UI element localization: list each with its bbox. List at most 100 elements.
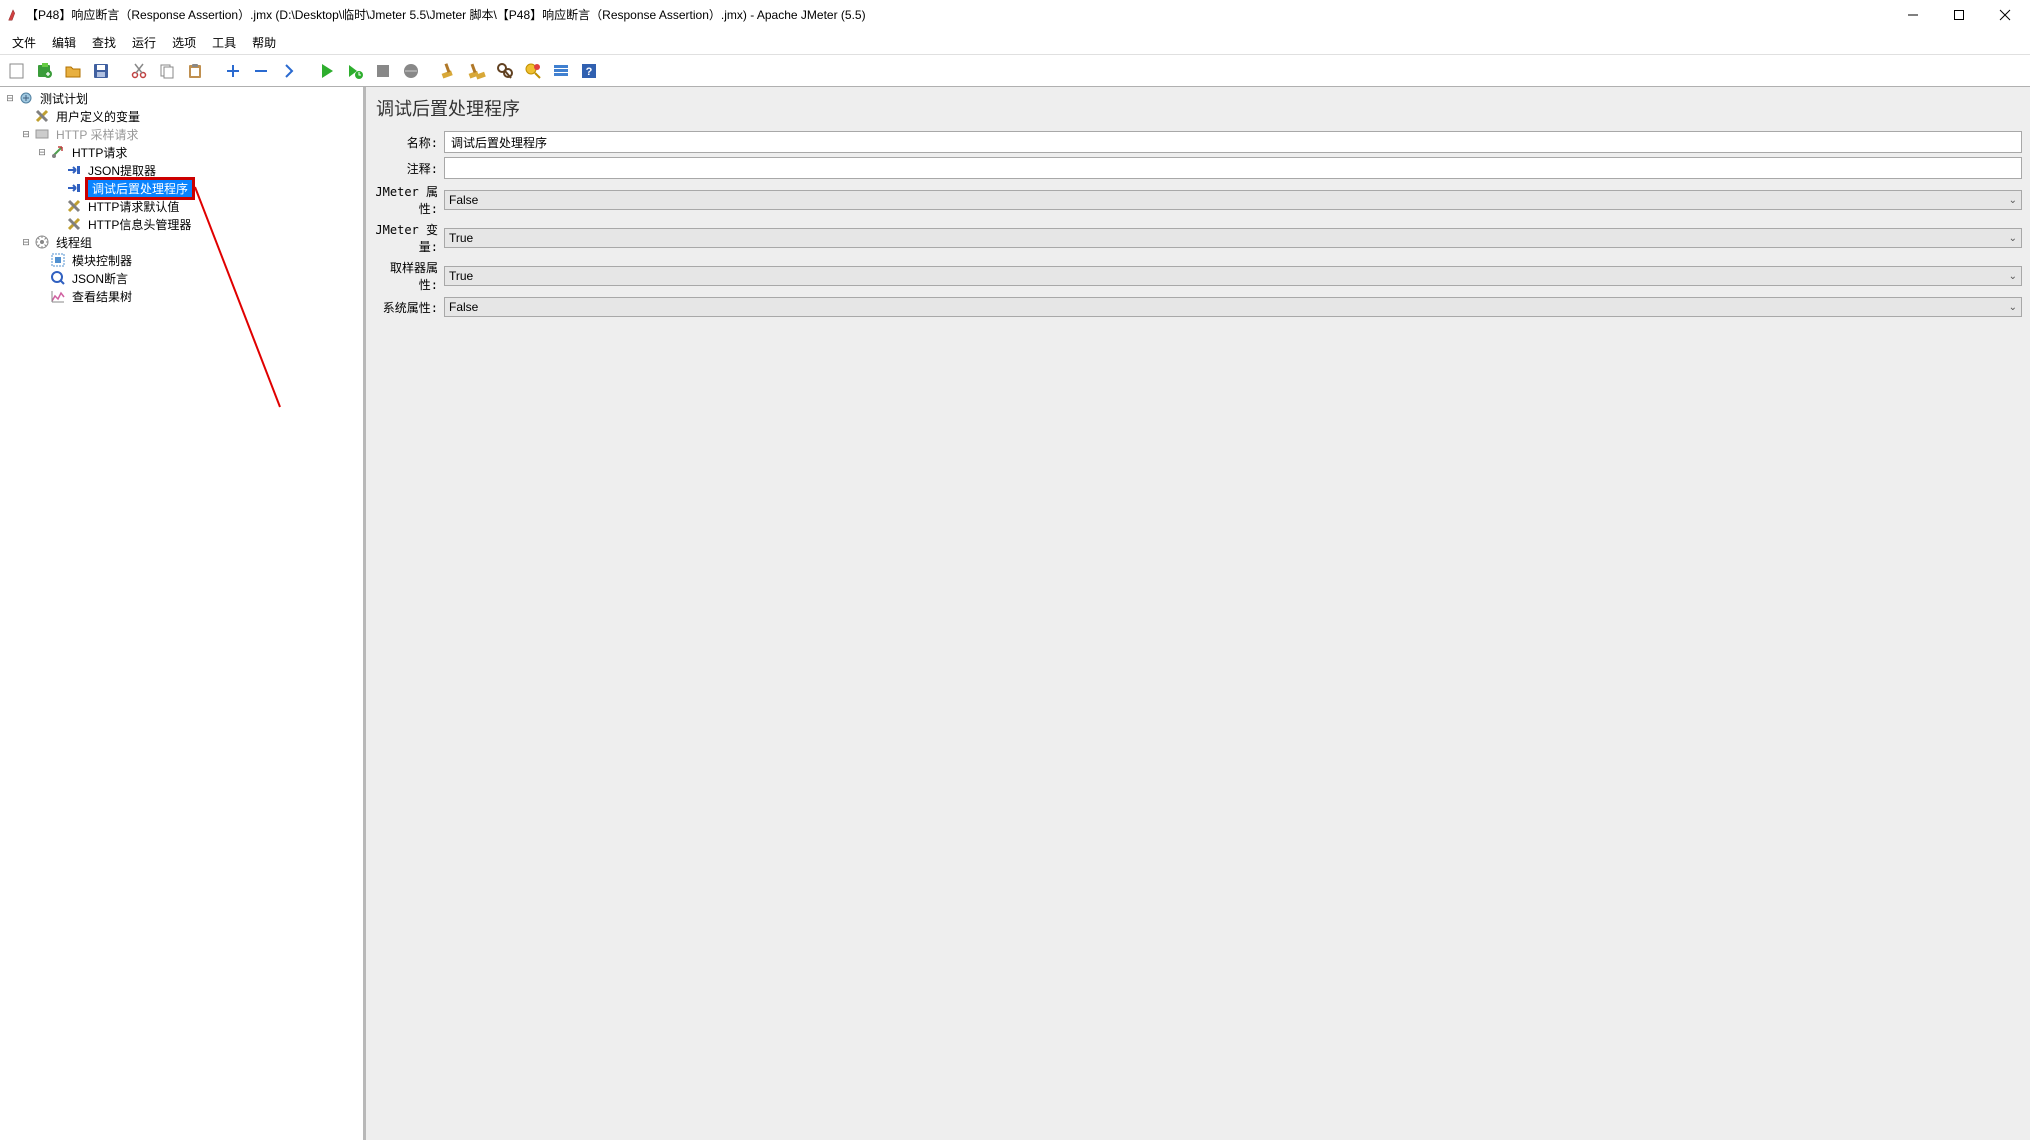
clear-all-icon[interactable] <box>465 59 489 83</box>
tree-node-http-request[interactable]: ⊟ HTTP请求 <box>0 143 363 161</box>
jmeter-props-label: JMeter 属性: <box>374 183 444 217</box>
name-input[interactable] <box>444 131 2022 153</box>
chevron-down-icon: ⌄ <box>2009 271 2017 282</box>
content-panel: 调试后置处理程序 名称: 注释: JMeter 属性: False ⌄ JMet… <box>366 87 2030 1140</box>
tree-label-selected: 调试后置处理程序 <box>86 178 194 199</box>
menu-file[interactable]: 文件 <box>4 31 44 54</box>
jmeter-app-icon <box>6 8 20 22</box>
config-icon <box>34 108 50 124</box>
tree-label: 测试计划 <box>38 90 90 107</box>
maximize-button[interactable] <box>1936 0 1982 30</box>
menu-help[interactable]: 帮助 <box>244 31 284 54</box>
close-button[interactable] <box>1982 0 2028 30</box>
tree-label: HTTP信息头管理器 <box>86 216 193 233</box>
assertion-icon <box>50 270 66 286</box>
reset-search-icon[interactable] <box>521 59 545 83</box>
tree-node-json-extractor[interactable]: JSON提取器 <box>0 161 363 179</box>
menu-options[interactable]: 选项 <box>164 31 204 54</box>
search-icon[interactable] <box>493 59 517 83</box>
tree-node-http-header-mgr[interactable]: HTTP信息头管理器 <box>0 215 363 233</box>
tree-node-http-defaults[interactable]: HTTP请求默认值 <box>0 197 363 215</box>
minimize-button[interactable] <box>1890 0 1936 30</box>
name-label: 名称: <box>374 134 444 151</box>
system-props-select[interactable]: False ⌄ <box>444 297 2022 317</box>
save-icon[interactable] <box>89 59 113 83</box>
tree-label: 模块控制器 <box>70 252 134 269</box>
start-icon[interactable] <box>315 59 339 83</box>
window-titlebar: 【P48】响应断言（Response Assertion）.jmx (D:\De… <box>0 0 2030 30</box>
postprocessor-icon <box>66 162 82 178</box>
tree-label: 查看结果树 <box>70 288 134 305</box>
shutdown-icon[interactable] <box>399 59 423 83</box>
toggle-icon[interactable] <box>277 59 301 83</box>
select-value: False <box>449 300 478 314</box>
collapse-toggle-icon[interactable]: ⊟ <box>36 146 48 158</box>
cut-icon[interactable] <box>127 59 151 83</box>
panel-title: 调试后置处理程序 <box>374 91 2022 131</box>
main-area: ⊟ 测试计划 用户定义的变量 ⊟ HTTP 采样请求 ⊟ HTTP请求 <box>0 87 2030 1140</box>
menubar: 文件 编辑 查找 运行 选项 工具 帮助 <box>0 30 2030 54</box>
system-props-label: 系统属性: <box>374 299 444 316</box>
jmeter-vars-label: JMeter 变量: <box>374 221 444 255</box>
tree-node-view-results[interactable]: 查看结果树 <box>0 287 363 305</box>
open-icon[interactable] <box>61 59 85 83</box>
tree-node-test-plan[interactable]: ⊟ 测试计划 <box>0 89 363 107</box>
stop-icon[interactable] <box>371 59 395 83</box>
select-value: True <box>449 231 473 245</box>
copy-icon[interactable] <box>155 59 179 83</box>
testplan-icon <box>18 90 34 106</box>
tree-panel[interactable]: ⊟ 测试计划 用户定义的变量 ⊟ HTTP 采样请求 ⊟ HTTP请求 <box>0 87 366 1140</box>
controller-icon <box>50 252 66 268</box>
tree-node-thread-group[interactable]: ⊟ 线程组 <box>0 233 363 251</box>
select-value: False <box>449 193 478 207</box>
window-title: 【P48】响应断言（Response Assertion）.jmx (D:\De… <box>26 6 866 23</box>
config-icon <box>66 216 82 232</box>
sampler-props-label: 取样器属性: <box>374 259 444 293</box>
postprocessor-icon <box>66 180 82 196</box>
collapse-toggle-icon[interactable]: ⊟ <box>20 128 32 140</box>
tree-node-debug-post[interactable]: 调试后置处理程序 <box>0 179 363 197</box>
thread-group-icon <box>34 234 50 250</box>
http-request-icon <box>50 144 66 160</box>
new-file-icon[interactable] <box>5 59 29 83</box>
collapse-icon[interactable] <box>249 59 273 83</box>
tree-node-module-controller[interactable]: 模块控制器 <box>0 251 363 269</box>
paste-icon[interactable] <box>183 59 207 83</box>
collapse-toggle-icon[interactable]: ⊟ <box>4 92 16 104</box>
tree-label: JSON断言 <box>70 270 130 287</box>
jmeter-vars-select[interactable]: True ⌄ <box>444 228 2022 248</box>
expand-icon[interactable] <box>221 59 245 83</box>
tree-node-json-assertion[interactable]: JSON断言 <box>0 269 363 287</box>
svg-text:?: ? <box>586 66 593 78</box>
toolbar: ? <box>0 54 2030 87</box>
tree-node-http-sampler[interactable]: ⊟ HTTP 采样请求 <box>0 125 363 143</box>
chevron-down-icon: ⌄ <box>2009 302 2017 313</box>
template-icon[interactable] <box>33 59 57 83</box>
tree-node-user-vars[interactable]: 用户定义的变量 <box>0 107 363 125</box>
menu-run[interactable]: 运行 <box>124 31 164 54</box>
sampler-disabled-icon <box>34 126 50 142</box>
menu-search[interactable]: 查找 <box>84 31 124 54</box>
listener-icon <box>50 288 66 304</box>
collapse-toggle-icon[interactable]: ⊟ <box>20 236 32 248</box>
tree-label: 用户定义的变量 <box>54 108 142 125</box>
tree-label: 线程组 <box>54 234 94 251</box>
comment-input[interactable] <box>444 157 2022 179</box>
function-helper-icon[interactable] <box>549 59 573 83</box>
comment-label: 注释: <box>374 160 444 177</box>
chevron-down-icon: ⌄ <box>2009 195 2017 206</box>
start-no-timers-icon[interactable] <box>343 59 367 83</box>
sampler-props-select[interactable]: True ⌄ <box>444 266 2022 286</box>
clear-icon[interactable] <box>437 59 461 83</box>
help-icon[interactable]: ? <box>577 59 601 83</box>
tree-label: HTTP 采样请求 <box>54 126 140 143</box>
jmeter-props-select[interactable]: False ⌄ <box>444 190 2022 210</box>
config-icon <box>66 198 82 214</box>
menu-edit[interactable]: 编辑 <box>44 31 84 54</box>
tree-label: HTTP请求 <box>70 144 129 161</box>
chevron-down-icon: ⌄ <box>2009 233 2017 244</box>
select-value: True <box>449 269 473 283</box>
tree-label: HTTP请求默认值 <box>86 198 181 215</box>
tree-label: JSON提取器 <box>86 162 158 179</box>
menu-tools[interactable]: 工具 <box>204 31 244 54</box>
